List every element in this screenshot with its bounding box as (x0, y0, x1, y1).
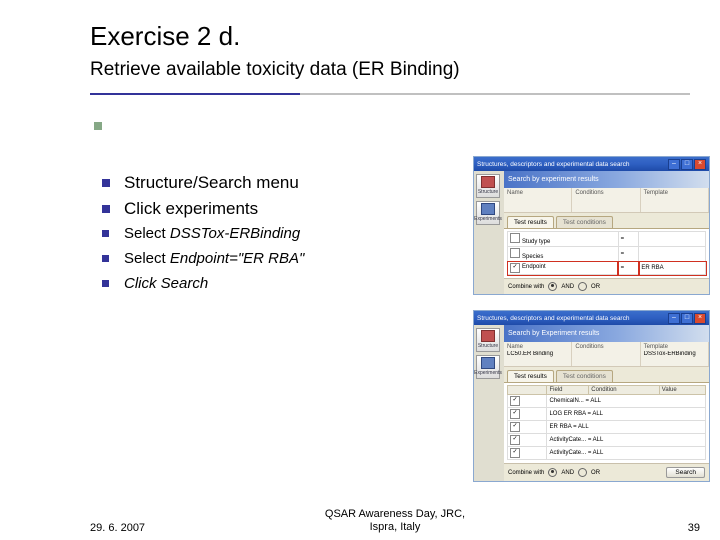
list-item-text: Select (124, 225, 170, 242)
list-item: Click experiments (100, 198, 410, 220)
grid-footer: Combine with AND OR (504, 278, 709, 294)
radio-or (578, 468, 587, 477)
results-grid: FieldConditionValue ✓ChemicalN... = ALL … (504, 382, 709, 463)
slide-subtitle: Retrieve available toxicity data (ER Bin… (90, 58, 690, 83)
radio-and (548, 282, 557, 291)
sidebar: Structure Experiments (474, 325, 504, 481)
sidebar-structure: Structure (476, 328, 500, 352)
window-titlebar: Structures, descriptors and experimental… (474, 311, 709, 325)
minimize-icon: – (668, 313, 680, 324)
page-number: 39 (688, 522, 700, 534)
maximize-icon: □ (681, 313, 693, 324)
section-banner: Search by experiment results (504, 171, 709, 188)
field-row: Name Conditions Template (504, 188, 709, 213)
combine-label: Combine with (508, 470, 544, 476)
close-icon: × (694, 313, 706, 324)
tabstrip: Test results Test conditions (504, 213, 709, 228)
beaker-icon (481, 357, 495, 369)
list-item-emphasis: Endpoint="ER RBA" (170, 250, 304, 267)
tab-test-results: Test results (507, 370, 554, 382)
list-item: Select Endpoint="ER RBA" (100, 249, 410, 268)
decorative-square (94, 122, 102, 130)
bullet-list-secondary: Select DSSTox-ERBinding Select Endpoint=… (100, 224, 410, 294)
sidebar-structure: Structure (476, 174, 500, 198)
list-item: Click Search (100, 274, 410, 293)
list-item: Select DSSTox-ERBinding (100, 224, 410, 243)
tab-test-conditions: Test conditions (556, 216, 613, 228)
beaker-icon (481, 203, 495, 215)
flask-icon (481, 176, 495, 188)
title-underline (90, 93, 690, 95)
sidebar-experiments: Experiments (476, 201, 500, 225)
maximize-icon: □ (681, 159, 693, 170)
screenshot-2: Structures, descriptors and experimental… (473, 310, 710, 482)
flask-icon (481, 330, 495, 342)
radio-and (548, 468, 557, 477)
search-button: Search (666, 467, 705, 478)
list-item-emphasis: Click Search (124, 275, 208, 292)
footer-date: 29. 6. 2007 (90, 522, 145, 534)
screenshot-1: Structures, descriptors and experimental… (473, 156, 710, 295)
tab-test-results: Test results (507, 216, 554, 228)
window-title: Structures, descriptors and experimental… (477, 315, 629, 322)
list-item-text: Select (124, 250, 170, 267)
tabstrip: Test results Test conditions (504, 367, 709, 382)
close-icon: × (694, 159, 706, 170)
slide-title: Exercise 2 d. (90, 22, 690, 52)
sidebar-experiments: Experiments (476, 355, 500, 379)
field-row: NameLC50.ER Binding Conditions TemplateD… (504, 342, 709, 367)
list-item: Structure/Search menu (100, 172, 410, 194)
window-titlebar: Structures, descriptors and experimental… (474, 157, 709, 171)
highlighted-row: ✓Endpoint=ER RBA (508, 262, 706, 275)
radio-or (578, 282, 587, 291)
bullet-list-main: Structure/Search menu Click experiments (100, 172, 410, 220)
combine-label: Combine with (508, 284, 544, 290)
sidebar: Structure Experiments (474, 171, 504, 294)
section-banner: Search by Experiment results (504, 325, 709, 342)
grid-footer: Combine with AND OR Search (504, 463, 709, 481)
results-grid: Study type= Species= ✓Endpoint=ER RBA (504, 228, 709, 278)
list-item-emphasis: DSSTox-ERBinding (170, 225, 300, 242)
tab-test-conditions: Test conditions (556, 370, 613, 382)
minimize-icon: – (668, 159, 680, 170)
footer-event: QSAR Awareness Day, JRC,Ispra, Italy (275, 508, 515, 534)
window-title: Structures, descriptors and experimental… (477, 161, 629, 168)
